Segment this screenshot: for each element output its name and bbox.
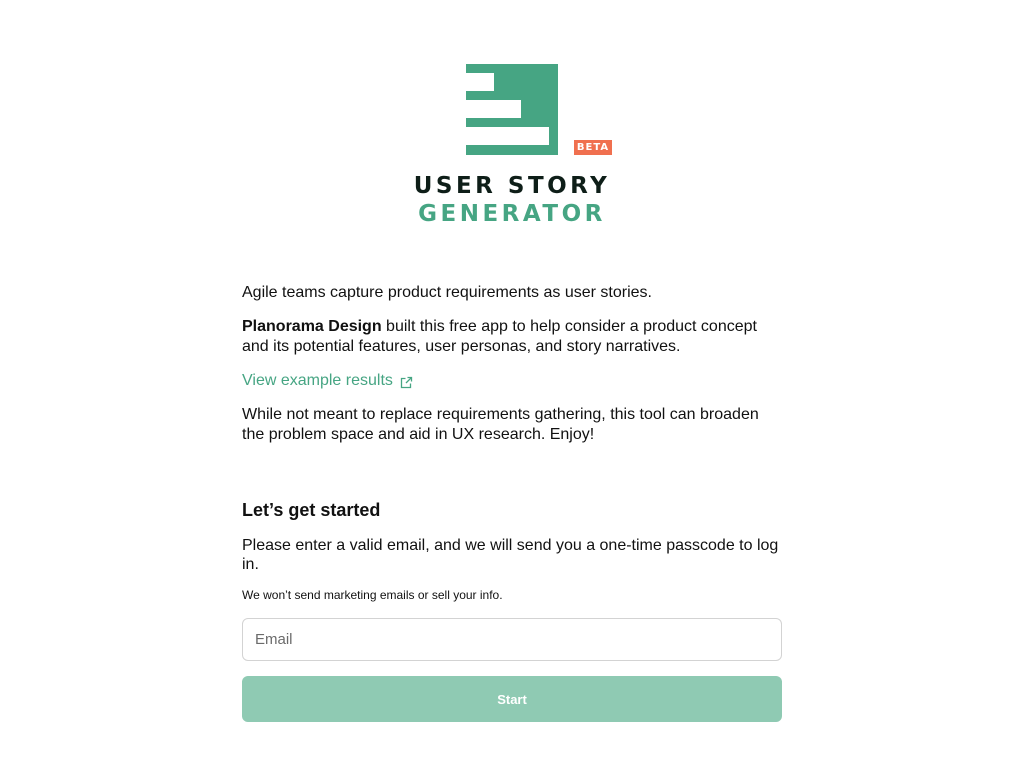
logo-wordmark-line2: GENERATOR	[418, 201, 606, 227]
view-example-results-label: View example results	[242, 372, 393, 389]
logo-bar	[466, 127, 549, 145]
signup-instructions: Please enter a valid email, and we will …	[242, 537, 779, 573]
planorama-description: Planorama Design built this free app to …	[242, 317, 782, 357]
logo-bar	[466, 100, 521, 118]
intro-text: Agile teams capture product requirements…	[242, 284, 652, 301]
start-button[interactable]: Start	[242, 676, 782, 722]
email-field[interactable]	[242, 618, 782, 661]
privacy-note: We won’t send marketing emails or sell y…	[242, 588, 503, 602]
section-title: Let’s get started	[242, 500, 381, 520]
external-link-icon	[400, 375, 413, 388]
login-page: BETA USER STORY GENERATOR Agile teams ca…	[0, 0, 1024, 768]
view-example-results-link[interactable]: View example results	[242, 371, 782, 391]
disclaimer-text: While not meant to replace requirements …	[242, 406, 759, 443]
logo-wordmark-line1: USER STORY	[413, 173, 611, 199]
company-name: Planorama Design	[242, 318, 382, 335]
intro-section: Agile teams capture product requirements…	[242, 283, 782, 445]
beta-badge: BETA	[574, 140, 612, 155]
logo-bar	[466, 73, 494, 91]
bar-chart-logo-icon	[466, 64, 558, 155]
